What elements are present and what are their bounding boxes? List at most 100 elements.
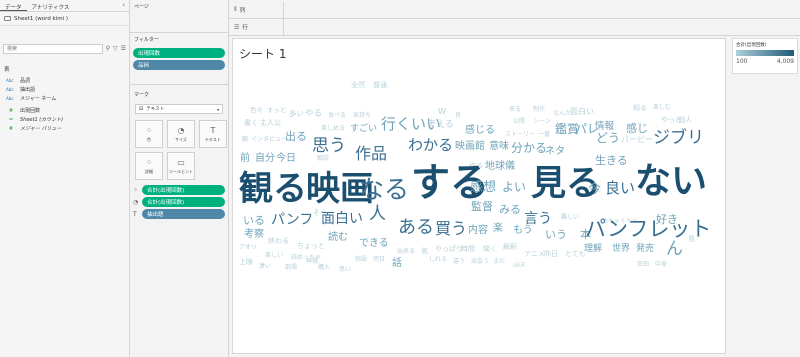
cloud-word[interactable]: 出る <box>285 131 307 142</box>
cloud-word[interactable]: 違う <box>453 259 465 265</box>
cloud-word[interactable]: 面白い <box>321 212 363 226</box>
cloud-word[interactable]: ほぼ <box>513 263 525 269</box>
cloud-word[interactable]: 凄い <box>259 264 271 270</box>
dimension-field[interactable]: Abc メジャー ネーム <box>0 94 129 103</box>
cloud-word[interactable]: 今 <box>588 183 601 196</box>
cloud-word[interactable]: すごい <box>350 125 377 134</box>
cloud-word[interactable]: 昨日 <box>544 251 558 258</box>
cloud-word[interactable]: ジブリ <box>653 130 704 147</box>
cloud-word[interactable]: ストーリー <box>505 132 535 138</box>
cloud-word[interactable]: パーピー <box>621 136 653 144</box>
mark-pill[interactable]: 合計(出現回数) <box>142 197 225 207</box>
view-list-icon[interactable]: ☰ <box>121 45 126 52</box>
cloud-word[interactable]: いる <box>243 215 265 226</box>
cloud-word[interactable]: アニメ <box>524 251 545 258</box>
cloud-word[interactable]: 書く <box>244 120 258 127</box>
cloud-word[interactable]: 購入 <box>318 265 330 271</box>
cloud-word[interactable]: 映画館 <box>455 142 485 152</box>
cloud-word[interactable]: 島 <box>688 236 695 243</box>
cloud-word[interactable]: 中身 <box>655 262 667 268</box>
cloud-word[interactable]: 個人 <box>678 117 692 124</box>
pages-shelf[interactable]: ページ <box>130 0 228 33</box>
rows-shelf[interactable]: ☰ 行 <box>229 19 800 36</box>
cloud-word[interactable]: 物語 <box>355 257 367 263</box>
cloud-word[interactable]: ん <box>666 241 683 258</box>
cloud-word[interactable]: いう <box>545 229 567 240</box>
cloud-word[interactable]: やっぱり <box>435 246 463 253</box>
cloud-word[interactable]: 理解 <box>584 245 602 254</box>
datasource-row[interactable]: Sheet1 (word kimi ) <box>0 12 129 26</box>
cloud-word[interactable]: シーン <box>533 119 551 125</box>
filter-icon[interactable]: ▽ <box>113 45 118 52</box>
cloud-word[interactable]: できる <box>359 239 389 249</box>
cloud-word[interactable]: ある <box>398 219 434 237</box>
cloud-word[interactable]: 良い <box>605 181 635 196</box>
cloud-word[interactable]: 買う <box>435 221 467 237</box>
cloud-word[interactable]: 楽しめる <box>321 126 345 132</box>
cloud-word[interactable]: 楽 <box>493 224 503 234</box>
cloud-word[interactable]: 言う <box>524 212 552 226</box>
cloud-word[interactable]: 考える <box>427 121 454 130</box>
cloud-word[interactable]: 読む <box>328 233 348 243</box>
cloud-word[interactable]: 出来る <box>397 249 415 255</box>
cloud-word[interactable]: 時間 <box>461 246 475 253</box>
cloud-word[interactable]: 制作 <box>533 107 545 113</box>
cloud-word[interactable]: 良 <box>455 113 461 119</box>
cloud-word[interactable]: 人 <box>369 206 386 223</box>
filters-shelf[interactable]: フィルター 出現回数 品詞 <box>130 33 228 85</box>
word-cloud[interactable]: 全然 普通 色々 すっと 多い やる 食べる 気持ち W 良来る 制作 なんか 面白い 知る 楽しむ 書く 主人… <box>233 39 727 355</box>
cloud-word[interactable]: ちょっと <box>297 243 325 250</box>
cloud-word[interactable]: 知る <box>633 105 647 112</box>
cloud-word[interactable]: 終わる <box>268 238 289 245</box>
cloud-word[interactable]: ない <box>635 164 707 200</box>
cloud-word[interactable]: 明日 <box>373 257 385 263</box>
cloud-word[interactable]: 主人公 <box>260 120 281 127</box>
cloud-word[interactable]: パンフ <box>271 213 313 227</box>
cloud-word[interactable]: みる <box>499 204 521 215</box>
mark-pill[interactable]: 合計(出現回数) <box>142 185 225 195</box>
mark-button-detail[interactable]: ⁘ 詳細 <box>135 152 163 180</box>
filter-pill[interactable]: 品詞 <box>133 60 225 70</box>
measure-field[interactable]: # 出現回数 <box>0 106 129 115</box>
cloud-word[interactable]: 難しい <box>561 215 579 221</box>
cloud-word[interactable]: 自分 <box>255 154 275 164</box>
columns-shelf[interactable]: ⦀ 列 <box>229 2 800 19</box>
cloud-word[interactable]: 考察 <box>244 230 264 240</box>
cloud-word[interactable]: 多い <box>289 110 304 118</box>
mark-button-text[interactable]: T テキスト <box>199 120 227 148</box>
cloud-word[interactable]: 分かる <box>511 142 547 154</box>
cloud-word[interactable]: 観る <box>239 172 307 206</box>
cloud-word[interactable]: 意味 <box>489 142 509 152</box>
mark-button-color[interactable]: ⁘ 色 <box>135 120 163 148</box>
cloud-word[interactable]: インタビュー <box>251 137 287 143</box>
cloud-word[interactable]: 作品 <box>355 146 387 162</box>
cloud-word[interactable]: 感じ <box>626 123 648 134</box>
cloud-word[interactable]: わかる <box>408 138 453 153</box>
cloud-word[interactable]: 楽しむ <box>653 105 671 111</box>
cloud-word[interactable]: 前 <box>240 154 250 164</box>
cloud-word[interactable]: 今日 <box>276 154 296 164</box>
cloud-word[interactable]: 解釈 <box>503 244 517 251</box>
cloud-word[interactable]: 感じる <box>465 126 495 136</box>
worksheet-canvas[interactable]: シート 1 全然 普通 色々 すっと 多い やる 食べる 気持ち W 良来る 制作 なんか 面白い 知る楽… <box>232 38 726 354</box>
tab-analytics[interactable]: アナリティクス <box>27 0 75 11</box>
cloud-word[interactable]: 内容 <box>468 226 488 236</box>
cloud-word[interactable]: 来る <box>509 107 521 113</box>
cloud-word[interactable]: 気持ち <box>353 113 371 119</box>
collapse-pane-icon[interactable]: ‹ <box>118 0 129 11</box>
cloud-word[interactable]: 思う <box>312 138 346 155</box>
cloud-word[interactable]: 劇場 <box>285 265 297 271</box>
cloud-word[interactable]: アオリ <box>239 245 257 251</box>
cloud-word[interactable]: 面白い <box>570 108 594 116</box>
cloud-word[interactable]: 宮田 <box>637 262 649 268</box>
cloud-word[interactable]: とても <box>565 251 585 258</box>
mark-pill[interactable]: 抽出語 <box>142 209 225 219</box>
cloud-word[interactable]: 感想 <box>470 181 496 194</box>
filter-pill[interactable]: 出現回数 <box>133 48 225 58</box>
mark-button-tooltip[interactable]: ▭ ツールヒント <box>167 152 195 180</box>
cloud-word[interactable]: まだ <box>493 259 505 265</box>
mark-type-select[interactable]: ⊟ テキスト ▾ <box>135 104 223 114</box>
cloud-word[interactable]: 発売 <box>636 245 654 254</box>
cloud-word[interactable]: ネタ <box>545 147 565 157</box>
cloud-word[interactable]: よい <box>502 181 526 193</box>
